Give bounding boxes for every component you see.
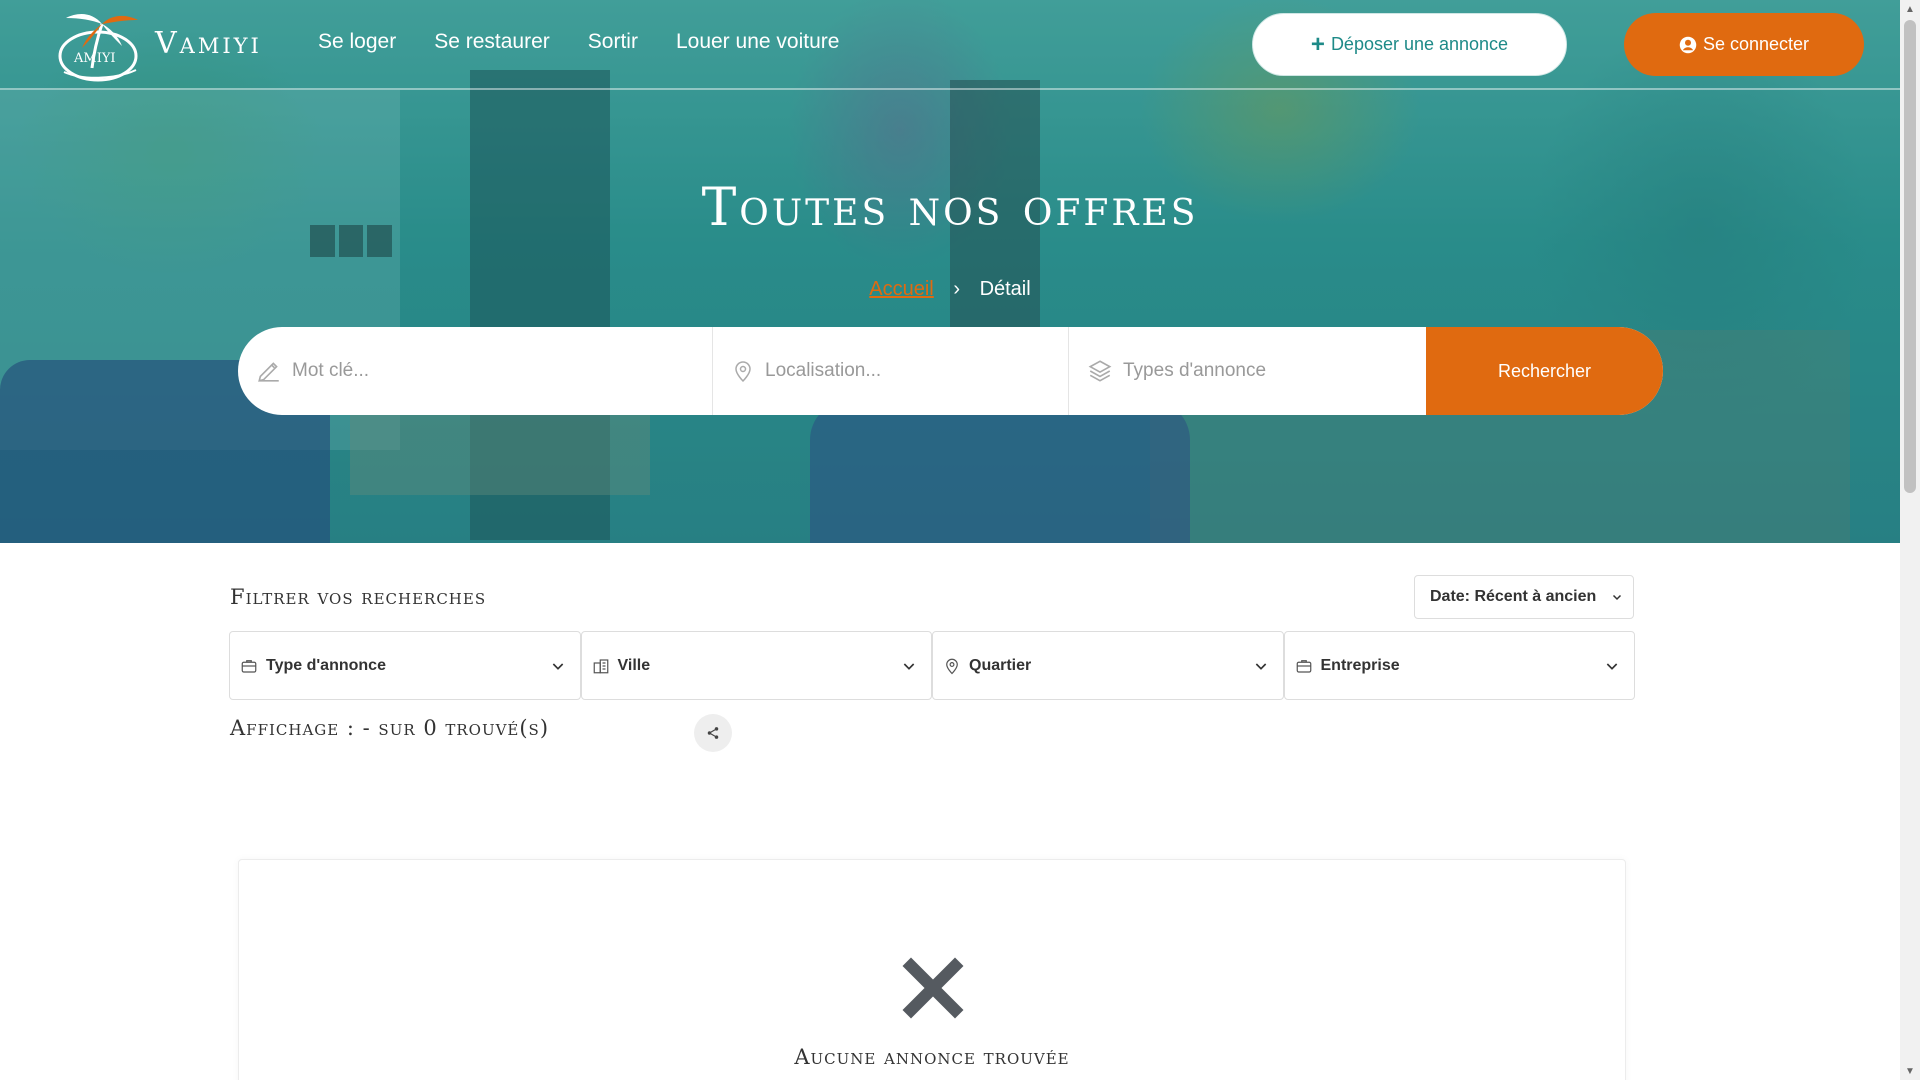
scroll-down-arrow-icon[interactable]: ▼ [1900,1062,1920,1080]
breadcrumb-current: Détail [979,278,1031,300]
chevron-down-icon [1606,662,1618,670]
scrollbar[interactable]: ▲ ▼ [1900,0,1920,1080]
user-circle-icon [1679,36,1697,53]
results-count: Affichage : - sur 0 trouvé(s) [230,716,550,740]
city-icon [593,658,608,673]
entreprise-label: Entreprise [1320,656,1400,674]
ville-label: Ville [617,656,651,674]
nav-link-sortir[interactable]: Sortir [588,30,638,54]
close-icon [902,957,964,1019]
scrollbar-thumb[interactable] [1904,20,1916,493]
post-ad-label: Déposer une annonce [1330,34,1509,54]
location-input[interactable]: Localisation... [765,360,881,382]
type-annonce-select[interactable]: Type d'annonce [229,631,581,700]
nav-links: Se loger Se restaurer Sortir Louer une v… [318,30,839,54]
ad-type-field[interactable]: Types d'annonce [1069,327,1426,415]
empty-message: Aucune annonce trouvée [794,1045,1070,1069]
chevron-down-icon [1255,662,1266,670]
search-bar: Mot clé... Localisation... Types d'annon… [238,327,1663,415]
chevron-down-icon [552,662,563,670]
scroll-up-arrow-icon[interactable]: ▲ [1900,0,1920,18]
map-pin-icon [735,361,751,383]
post-ad-button[interactable]: + Déposer une annonce [1252,13,1567,76]
breadcrumb-home-link[interactable]: Accueil [869,278,933,300]
share-icon [707,727,719,739]
location-field[interactable]: Localisation... [713,327,1069,415]
chevron-right-icon: › [953,278,960,300]
ad-type-input[interactable]: Types d'annonce [1123,360,1266,382]
keyword-input[interactable]: Mot clé... [292,360,369,382]
vamiyi-logo[interactable]: AMIYI [52,6,148,84]
nav-link-louer-voiture[interactable]: Louer une voiture [676,30,839,54]
keyword-field[interactable]: Mot clé... [238,327,713,415]
sort-value: Date: Récent à ancien [1430,588,1597,605]
nav-link-se-restaurer[interactable]: Se restaurer [434,30,550,54]
quartier-select[interactable]: Quartier [932,631,1284,700]
type-annonce-label: Type d'annonce [266,656,386,674]
quartier-label: Quartier [969,656,1032,674]
map-pin-icon [946,658,958,674]
filter-title: Filtrer vos recherches [230,585,487,609]
share-button[interactable] [694,714,732,752]
briefcase-icon [241,659,257,673]
ville-select[interactable]: Ville [580,631,932,700]
search-button[interactable]: Rechercher [1426,327,1663,415]
logo-text: AMIYI [73,51,116,66]
chevron-down-icon [903,662,915,670]
brand-name[interactable]: Vamiyi [155,26,262,61]
top-nav: AMIYI Vamiyi Se loger Se restaurer Sorti… [0,0,1900,90]
entreprise-select[interactable]: Entreprise [1283,631,1635,700]
pencil-icon [258,362,279,382]
empty-results-card: Aucune annonce trouvée [238,859,1626,1080]
breadcrumb: Accueil › Détail [0,278,1900,301]
briefcase-icon [1296,659,1311,673]
sort-select[interactable]: Date: Récent à ancien [1414,575,1634,619]
nav-link-se-loger[interactable]: Se loger [318,30,396,54]
filter-selects: Type d'annonce Ville Quartier Entreprise [229,631,1635,700]
login-label: Se connecter [1702,34,1810,54]
layers-icon [1088,360,1112,382]
login-button[interactable]: Se connecter [1624,13,1864,76]
page-title: Toutes nos offres [701,178,1199,238]
chevron-down-icon [1612,594,1622,601]
plus-icon: + [1310,30,1325,58]
